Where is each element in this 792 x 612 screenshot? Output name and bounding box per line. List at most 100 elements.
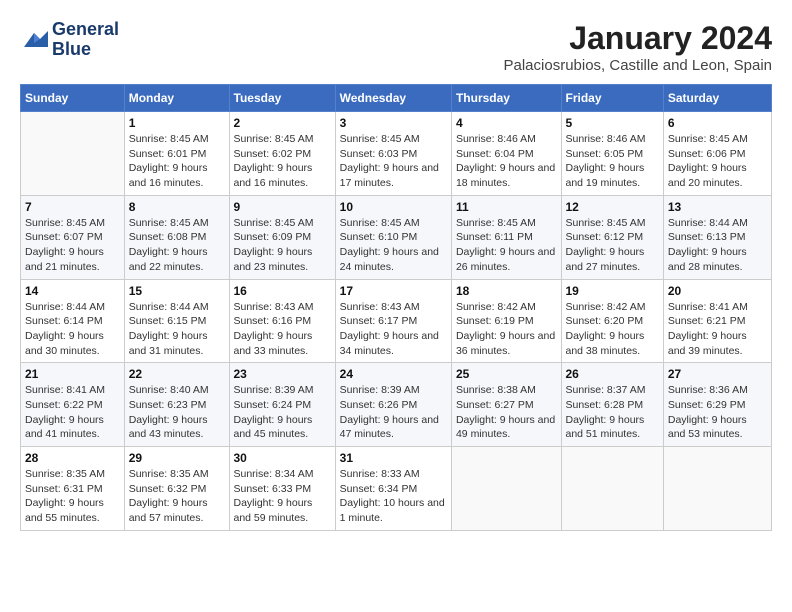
calendar-cell: 6Sunrise: 8:45 AMSunset: 6:06 PMDaylight… (663, 112, 771, 196)
calendar-week-row: 28 Sunrise: 8:35 AMSunset: 6:31 PMDayligh… (21, 447, 772, 531)
day-number: 5 (566, 116, 659, 130)
day-info: Sunrise: 8:45 AMSunset: 6:10 PMDaylight:… (340, 216, 447, 275)
day-info: Sunrise: 8:46 AMSunset: 6:05 PMDaylight:… (566, 132, 659, 191)
day-info: Sunrise: 8:35 AMSunset: 6:32 PMDaylight:… (129, 467, 225, 526)
calendar-cell: 31Sunrise: 8:33 AMSunset: 6:34 PMDayligh… (335, 447, 451, 531)
calendar-week-row: 14 Sunrise: 8:44 AMSunset: 6:14 PMDayligh… (21, 279, 772, 363)
day-number: 23 (234, 367, 331, 381)
day-info: Sunrise: 8:41 AMSunset: 6:22 PMDaylight:… (25, 383, 120, 442)
calendar-subtitle: Palaciosrubios, Castille and Leon, Spain (504, 57, 773, 74)
logo: General Blue (20, 20, 119, 60)
day-number: 13 (668, 200, 767, 214)
day-info: Sunrise: 8:39 AMSunset: 6:24 PMDaylight:… (234, 383, 331, 442)
day-info: Sunrise: 8:33 AMSunset: 6:34 PMDaylight:… (340, 467, 447, 526)
calendar-cell: 11 Sunrise: 8:45 AMSunset: 6:11 PMDayligh… (451, 195, 561, 279)
day-number: 3 (340, 116, 447, 130)
day-info: Sunrise: 8:45 AMSunset: 6:12 PMDaylight:… (566, 216, 659, 275)
day-info: Sunrise: 8:42 AMSunset: 6:19 PMDaylight:… (456, 300, 557, 359)
calendar-cell: 23 Sunrise: 8:39 AMSunset: 6:24 PMDayligh… (229, 363, 335, 447)
day-number: 10 (340, 200, 447, 214)
calendar-header-row: SundayMondayTuesdayWednesdayThursdayFrid… (21, 85, 772, 112)
header-day-sunday: Sunday (21, 85, 125, 112)
day-info: Sunrise: 8:40 AMSunset: 6:23 PMDaylight:… (129, 383, 225, 442)
calendar-cell: 5 Sunrise: 8:46 AMSunset: 6:05 PMDaylight… (561, 112, 663, 196)
day-info: Sunrise: 8:43 AMSunset: 6:16 PMDaylight:… (234, 300, 331, 359)
day-info: Sunrise: 8:45 AMSunset: 6:02 PMDaylight:… (234, 132, 331, 191)
day-number: 28 (25, 451, 120, 465)
calendar-cell: 17 Sunrise: 8:43 AMSunset: 6:17 PMDayligh… (335, 279, 451, 363)
day-number: 14 (25, 284, 120, 298)
calendar-cell: 18 Sunrise: 8:42 AMSunset: 6:19 PMDayligh… (451, 279, 561, 363)
calendar-cell: 20Sunrise: 8:41 AMSunset: 6:21 PMDayligh… (663, 279, 771, 363)
calendar-cell: 12Sunrise: 8:45 AMSunset: 6:12 PMDayligh… (561, 195, 663, 279)
calendar-cell (21, 112, 125, 196)
calendar-cell: 14 Sunrise: 8:44 AMSunset: 6:14 PMDayligh… (21, 279, 125, 363)
calendar-cell: 24 Sunrise: 8:39 AMSunset: 6:26 PMDayligh… (335, 363, 451, 447)
calendar-cell: 8Sunrise: 8:45 AMSunset: 6:08 PMDaylight… (124, 195, 229, 279)
calendar-cell: 22 Sunrise: 8:40 AMSunset: 6:23 PMDayligh… (124, 363, 229, 447)
calendar-week-row: 1Sunrise: 8:45 AMSunset: 6:01 PMDaylight… (21, 112, 772, 196)
header-day-saturday: Saturday (663, 85, 771, 112)
day-number: 15 (129, 284, 225, 298)
day-number: 24 (340, 367, 447, 381)
calendar-cell: 2 Sunrise: 8:45 AMSunset: 6:02 PMDaylight… (229, 112, 335, 196)
day-number: 20 (668, 284, 767, 298)
calendar-cell: 16Sunrise: 8:43 AMSunset: 6:16 PMDayligh… (229, 279, 335, 363)
header-day-friday: Friday (561, 85, 663, 112)
day-info: Sunrise: 8:43 AMSunset: 6:17 PMDaylight:… (340, 300, 447, 359)
calendar-cell: 4Sunrise: 8:46 AMSunset: 6:04 PMDaylight… (451, 112, 561, 196)
calendar-cell: 13 Sunrise: 8:44 AMSunset: 6:13 PMDayligh… (663, 195, 771, 279)
calendar-cell: 19 Sunrise: 8:42 AMSunset: 6:20 PMDayligh… (561, 279, 663, 363)
day-number: 6 (668, 116, 767, 130)
day-number: 9 (234, 200, 331, 214)
day-info: Sunrise: 8:45 AMSunset: 6:03 PMDaylight:… (340, 132, 447, 191)
day-info: Sunrise: 8:44 AMSunset: 6:13 PMDaylight:… (668, 216, 767, 275)
header-day-wednesday: Wednesday (335, 85, 451, 112)
calendar-cell (451, 447, 561, 531)
day-info: Sunrise: 8:39 AMSunset: 6:26 PMDaylight:… (340, 383, 447, 442)
calendar-cell: 29 Sunrise: 8:35 AMSunset: 6:32 PMDayligh… (124, 447, 229, 531)
calendar-cell: 25 Sunrise: 8:38 AMSunset: 6:27 PMDayligh… (451, 363, 561, 447)
calendar-cell (561, 447, 663, 531)
day-number: 17 (340, 284, 447, 298)
day-number: 18 (456, 284, 557, 298)
day-number: 19 (566, 284, 659, 298)
day-info: Sunrise: 8:42 AMSunset: 6:20 PMDaylight:… (566, 300, 659, 359)
header-day-thursday: Thursday (451, 85, 561, 112)
calendar-cell: 7 Sunrise: 8:45 AMSunset: 6:07 PMDaylight… (21, 195, 125, 279)
calendar-table: SundayMondayTuesdayWednesdayThursdayFrid… (20, 84, 772, 531)
day-number: 29 (129, 451, 225, 465)
logo-line1: General (52, 20, 119, 40)
day-number: 2 (234, 116, 331, 130)
day-info: Sunrise: 8:35 AMSunset: 6:31 PMDaylight:… (25, 467, 120, 526)
day-info: Sunrise: 8:45 AMSunset: 6:09 PMDaylight:… (234, 216, 331, 275)
day-number: 11 (456, 200, 557, 214)
day-number: 22 (129, 367, 225, 381)
day-number: 4 (456, 116, 557, 130)
day-info: Sunrise: 8:45 AMSunset: 6:07 PMDaylight:… (25, 216, 120, 275)
day-number: 7 (25, 200, 120, 214)
logo-line2: Blue (52, 40, 119, 60)
calendar-cell: 21Sunrise: 8:41 AMSunset: 6:22 PMDayligh… (21, 363, 125, 447)
calendar-cell: 15Sunrise: 8:44 AMSunset: 6:15 PMDayligh… (124, 279, 229, 363)
day-info: Sunrise: 8:34 AMSunset: 6:33 PMDaylight:… (234, 467, 331, 526)
day-info: Sunrise: 8:44 AMSunset: 6:14 PMDaylight:… (25, 300, 120, 359)
day-info: Sunrise: 8:45 AMSunset: 6:11 PMDaylight:… (456, 216, 557, 275)
day-info: Sunrise: 8:38 AMSunset: 6:27 PMDaylight:… (456, 383, 557, 442)
calendar-cell: 27Sunrise: 8:36 AMSunset: 6:29 PMDayligh… (663, 363, 771, 447)
header-day-monday: Monday (124, 85, 229, 112)
calendar-title: January 2024 (504, 20, 773, 57)
day-info: Sunrise: 8:45 AMSunset: 6:01 PMDaylight:… (129, 132, 225, 191)
day-number: 30 (234, 451, 331, 465)
day-number: 25 (456, 367, 557, 381)
calendar-cell: 26Sunrise: 8:37 AMSunset: 6:28 PMDayligh… (561, 363, 663, 447)
calendar-cell (663, 447, 771, 531)
calendar-cell: 30 Sunrise: 8:34 AMSunset: 6:33 PMDayligh… (229, 447, 335, 531)
logo-icon (20, 29, 48, 51)
day-info: Sunrise: 8:36 AMSunset: 6:29 PMDaylight:… (668, 383, 767, 442)
day-number: 8 (129, 200, 225, 214)
calendar-cell: 3 Sunrise: 8:45 AMSunset: 6:03 PMDaylight… (335, 112, 451, 196)
calendar-cell: 10 Sunrise: 8:45 AMSunset: 6:10 PMDayligh… (335, 195, 451, 279)
calendar-cell: 28 Sunrise: 8:35 AMSunset: 6:31 PMDayligh… (21, 447, 125, 531)
calendar-cell: 1Sunrise: 8:45 AMSunset: 6:01 PMDaylight… (124, 112, 229, 196)
